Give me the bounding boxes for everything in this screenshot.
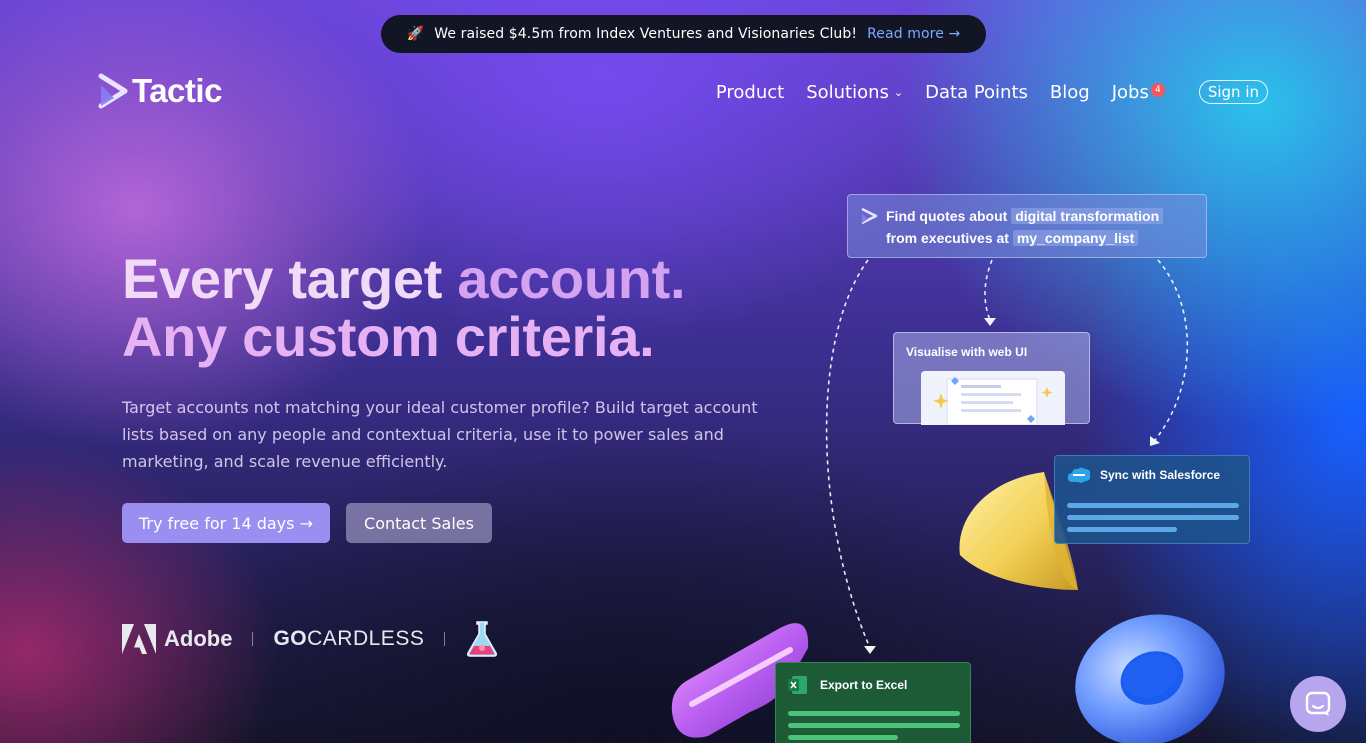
prompt-line-1: Find quotes about digital transformation [886,205,1196,227]
web-ui-card: Visualise with web UI [893,332,1090,425]
headline-part2: account. [457,247,686,310]
salesforce-cloud-icon [1067,467,1091,483]
blue-torus-shape [1075,614,1225,743]
connector-to-web-ui [984,259,993,321]
announcement-text: We raised $4.5m from Index Ventures and … [434,26,858,42]
chat-icon [1305,691,1331,716]
excel-card: Export to Excel [775,662,971,743]
try-free-button[interactable]: Try free for 14 days → [122,503,330,543]
hero-description: Target accounts not matching your ideal … [122,398,758,471]
salesforce-card: Sync with Salesforce [1054,455,1250,544]
chevron-down-icon: ⌄ [893,85,904,99]
excel-label: Export to Excel [820,678,908,692]
nav-product[interactable]: Product [716,82,784,103]
headline-line2: Any custom criteria. [122,305,655,368]
connector-to-excel [825,259,871,649]
brand-name: Tactic [132,72,222,109]
nav-blog[interactable]: Blog [1050,82,1090,103]
prompt-line-2: from executives at my_company_list [886,227,1196,249]
web-ui-preview [921,371,1065,425]
logo-divider [444,632,446,646]
flask-logo-icon [467,621,498,657]
nav-jobs[interactable]: Jobs 4 [1112,82,1165,103]
announcement-bar[interactable]: 🚀 We raised $4.5m from Index Ventures an… [381,15,986,53]
chat-widget-button[interactable] [1290,676,1346,732]
tactic-logo[interactable]: Tactic [98,72,222,110]
tactic-arrow-icon [861,207,878,225]
rocket-icon: 🚀 [406,26,425,42]
nav-data-points[interactable]: Data Points [925,82,1028,103]
connector-to-salesforce [1154,259,1189,441]
web-ui-label: Visualise with web UI [906,345,1028,359]
tactic-logo-icon [98,73,128,109]
read-more-link[interactable]: Read more → [867,26,960,42]
adobe-logo: Adobe [122,624,232,654]
main-nav: Product Solutions ⌄ Data Points Blog Jobs… [716,78,1268,106]
salesforce-label: Sync with Salesforce [1100,468,1221,482]
query-prompt-card: Find quotes about digital transformation… [847,194,1207,258]
logo-divider [252,632,254,646]
adobe-icon [122,624,156,654]
excel-icon [788,676,807,694]
gocardless-logo: GOCARDLESS [273,627,425,650]
contact-sales-button[interactable]: Contact Sales [346,503,492,543]
hero-headline: Every target account. Any custom criteri… [122,247,686,368]
jobs-count-badge: 4 [1150,83,1165,97]
headline-part1: Every target [122,247,458,310]
sign-in-button[interactable]: Sign in [1198,80,1268,104]
adobe-wordmark: Adobe [164,626,233,651]
nav-solutions[interactable]: Solutions ⌄ [806,82,903,103]
customer-logos: Adobe GOCARDLESS [122,620,499,658]
